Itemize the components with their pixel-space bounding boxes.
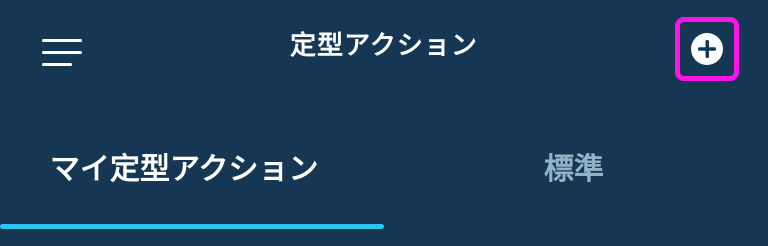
active-tab-indicator xyxy=(0,224,384,229)
routines-screen: 定型アクション マイ定型アクション 標準 xyxy=(0,0,768,246)
tab-label: マイ定型アクション xyxy=(50,152,319,187)
plus-circle-icon xyxy=(691,33,723,65)
tab-standard[interactable]: 標準 xyxy=(384,136,768,232)
add-routine-button[interactable] xyxy=(675,17,739,81)
page-title: 定型アクション xyxy=(290,31,478,61)
tab-label: 標準 xyxy=(544,152,604,187)
tab-my-routines[interactable]: マイ定型アクション xyxy=(0,136,384,232)
